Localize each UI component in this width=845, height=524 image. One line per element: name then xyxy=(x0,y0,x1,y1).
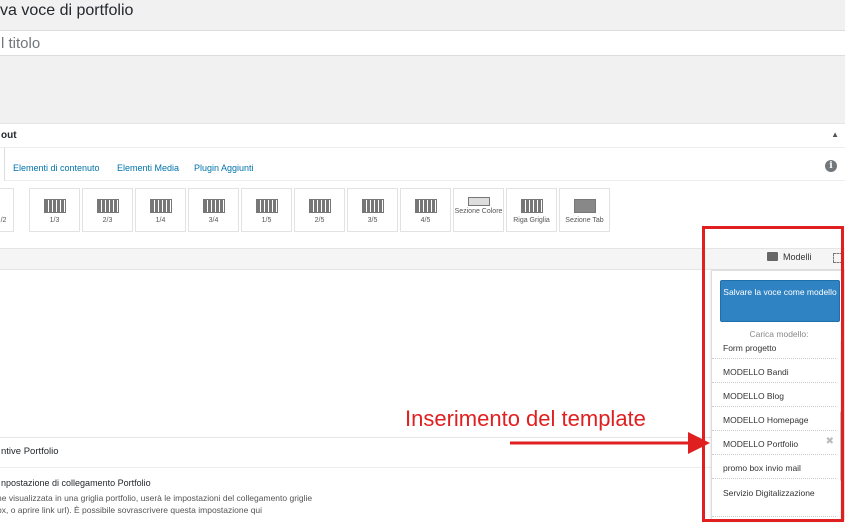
layout-label: 2/5 xyxy=(314,217,325,224)
layout-button[interactable]: 2/3 xyxy=(82,188,133,232)
title-placeholder: l titolo xyxy=(1,35,41,52)
grid-row-icon xyxy=(520,199,543,213)
collapse-toggle-icon[interactable]: ▲ xyxy=(831,130,839,139)
info-icon[interactable]: i xyxy=(825,160,837,172)
layout-button[interactable]: 3/5 xyxy=(347,188,398,232)
layout-button[interactable]: 1/4 xyxy=(135,188,186,232)
tab-elementi-media[interactable]: Elementi Media xyxy=(117,163,179,173)
annotation-highlight-box xyxy=(702,226,844,522)
tab-layout[interactable] xyxy=(0,148,5,181)
layout-button[interactable]: Sezione Tab xyxy=(559,188,610,232)
tab-plugin-aggiunti[interactable]: Plugin Aggiunti xyxy=(194,163,254,173)
layout-label: Riga Griglia xyxy=(513,217,550,224)
builder-header: out ▲ xyxy=(0,124,845,148)
layout-label: 3/4 xyxy=(208,217,219,224)
color-section-icon xyxy=(467,197,490,206)
layout-button[interactable]: 1/5 xyxy=(241,188,292,232)
element-tabs: Elementi di contenuto Elementi Media Plu… xyxy=(0,148,845,181)
layout-button[interactable]: Sezione Colore xyxy=(453,188,504,232)
layout-label: 4/5 xyxy=(420,217,431,224)
column-icon xyxy=(96,199,119,213)
layout-button[interactable]: Riga Griglia xyxy=(506,188,557,232)
layout-label: 1/3 xyxy=(49,217,60,224)
tab-elementi-contenuto[interactable]: Elementi di contenuto xyxy=(13,163,100,173)
layout-button[interactable]: 2/5 xyxy=(294,188,345,232)
layout-label: 1/4 xyxy=(155,217,166,224)
tab-section-icon xyxy=(573,199,596,213)
layout-label: /2 xyxy=(0,217,7,224)
layout-label: Sezione Tab xyxy=(565,217,604,224)
column-icon xyxy=(308,199,331,213)
layout-button[interactable]: 3/4 xyxy=(188,188,239,232)
layout-label: 3/5 xyxy=(367,217,378,224)
builder-header-title: out xyxy=(1,130,17,141)
page-title: va voce di portfolio xyxy=(0,2,134,19)
column-icon xyxy=(202,199,225,213)
column-icon xyxy=(255,199,278,213)
layout-button[interactable]: 4/5 xyxy=(400,188,451,232)
title-input[interactable]: l titolo xyxy=(0,30,845,56)
layout-label: Sezione Colore xyxy=(454,208,503,215)
column-icon xyxy=(149,199,172,213)
layout-label: 1/5 xyxy=(261,217,272,224)
layout-label: 2/3 xyxy=(102,217,113,224)
column-icon xyxy=(43,199,66,213)
column-icon xyxy=(361,199,384,213)
layout-button[interactable]: /2 xyxy=(0,188,14,232)
column-icon xyxy=(414,199,437,213)
layout-button[interactable]: 1/3 xyxy=(29,188,80,232)
annotation-arrow-icon xyxy=(510,432,710,454)
